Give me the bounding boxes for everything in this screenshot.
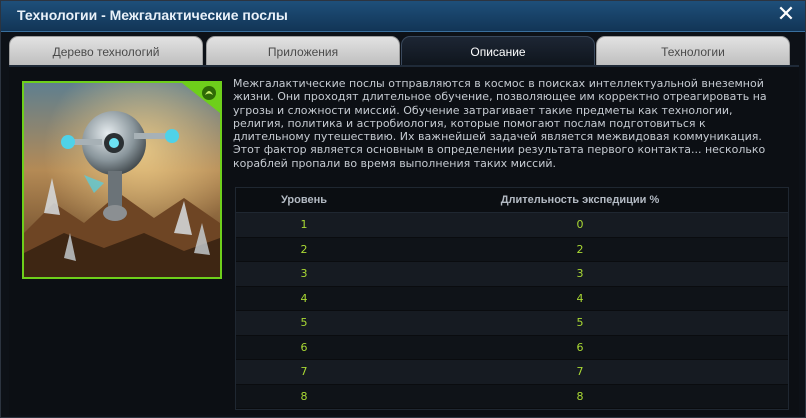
duration-cell: 4 [576,291,584,305]
duration-cell: 5 [576,316,584,329]
tab-tech-tree[interactable]: Дерево технологий [9,36,203,65]
table-row: 8 8 [236,384,788,409]
table-row: 1 0 [236,213,788,238]
duration-cell: 6 [576,340,584,354]
table-header: Уровень Длительность экспедиции % [236,188,788,213]
level-cell: 4 [300,291,308,305]
duration-cell: 3 [576,267,584,280]
leaf-badge-icon [182,83,220,113]
window-title: Технологии - Межгалактические послы [17,7,288,23]
description-text: Межгалактические послы отправляются в ко… [233,77,767,170]
table-body: 1 0 2 2 3 3 4 4 5 5 6 6 7 7 8 8 [236,213,788,409]
table-row: 4 4 [236,286,788,311]
header-level: Уровень [280,194,327,206]
table-row: 6 6 [236,335,788,360]
table-row: 2 2 [236,237,788,262]
tab-technologies[interactable]: Технологии [596,36,790,65]
level-cell: 6 [300,340,308,354]
ambassador-illustration [22,81,222,279]
tech-window: Технологии - Межгалактические послы ✕ Де… [0,0,806,418]
duration-cell: 2 [576,242,584,256]
tab-description[interactable]: Описание [401,36,595,65]
level-cell: 8 [300,389,308,403]
tab-applications[interactable]: Приложения [206,36,400,65]
description-panel: Межгалактические послы отправляются в ко… [9,65,799,415]
close-icon[interactable]: ✕ [775,3,797,27]
level-cell: 2 [300,242,308,256]
duration-cell: 7 [576,365,584,378]
table-row: 7 7 [236,360,788,385]
duration-cell: 8 [576,389,584,403]
level-cell: 3 [300,267,308,280]
level-cell: 5 [300,316,308,329]
level-table: Уровень Длительность экспедиции % 1 0 2 … [235,187,789,410]
tab-bar: Дерево технологий Приложения Описание Те… [9,36,799,66]
table-row: 5 5 [236,311,788,336]
titlebar: Технологии - Межгалактические послы ✕ [1,1,805,32]
header-duration: Длительность экспедиции % [500,194,660,206]
table-row: 3 3 [236,262,788,287]
duration-cell: 0 [576,218,584,231]
level-cell: 7 [300,365,308,378]
level-cell: 1 [300,218,308,231]
